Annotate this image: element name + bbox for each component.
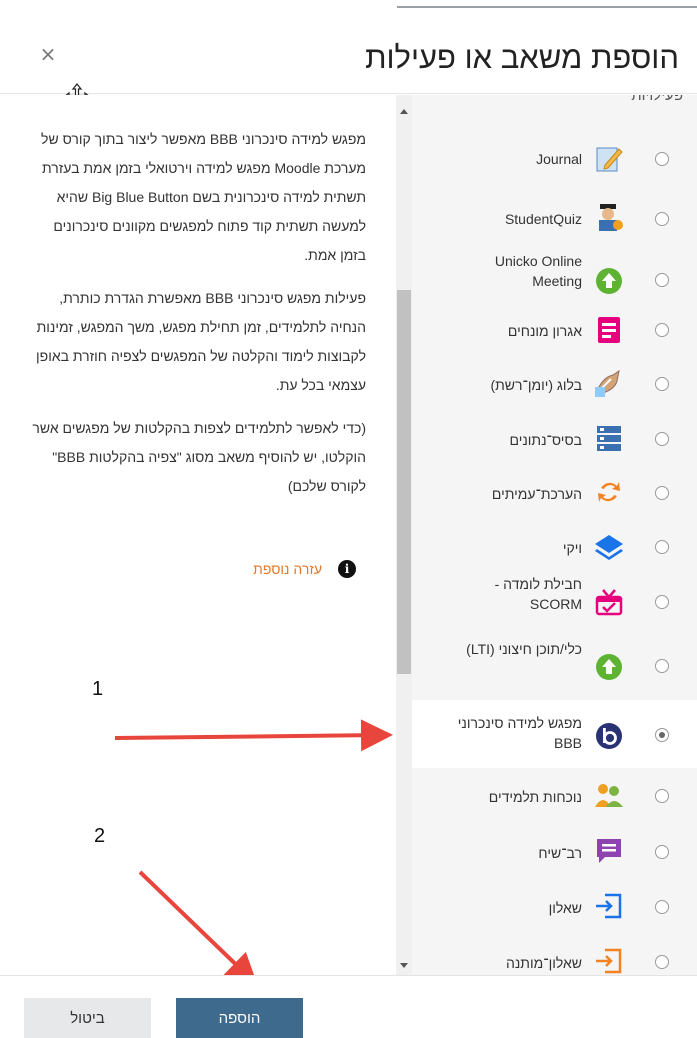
studentquiz-icon (599, 204, 623, 231)
list-item-label: אגרון מונחים (507, 323, 582, 339)
list-item-conditional-quiz[interactable]: שאלון־מותנה (412, 931, 697, 975)
workshop-icon (598, 482, 620, 502)
activity-list: פעילויות Journal StudentQuiz Unicko Onli… (412, 95, 697, 975)
close-button[interactable]: × (38, 44, 58, 64)
radio-button[interactable] (655, 900, 669, 914)
annotation-step-2: 2 (94, 825, 106, 847)
lti-icon (596, 654, 622, 680)
list-item-label: הערכת־עמיתים (491, 486, 582, 502)
list-item-journal[interactable]: Journal (412, 128, 697, 190)
scroll-down-arrow-icon[interactable] (400, 963, 408, 968)
scroll-up-arrow-icon[interactable] (400, 109, 408, 114)
list-item-blog[interactable]: בלוג (יומן־רשת) (412, 353, 697, 415)
more-help-link[interactable]: עזרה נוספת (253, 561, 322, 577)
list-item-label: חבילת לומדה - SCORM (494, 576, 582, 612)
list-item-label: מפגש למידה סינכרוני BBB (457, 715, 582, 751)
list-item-label: ויקי (562, 540, 582, 556)
radio-button[interactable] (655, 323, 669, 337)
radio-button[interactable] (655, 659, 669, 673)
scorm-icon (595, 589, 623, 616)
info-icon: i (338, 560, 356, 578)
radio-button[interactable] (655, 789, 669, 803)
list-item-label: Journal (536, 151, 582, 167)
list-item-quiz[interactable]: שאלון (412, 876, 697, 938)
modal-header: הוספת משאב או פעילות × (0, 14, 697, 94)
description-pane: מפגש למידה סינכרוני BBB מאפשר ליצור בתוך… (0, 95, 396, 975)
list-item-glossary[interactable]: אגרון מונחים (412, 298, 697, 360)
list-item-studentquiz[interactable]: StudentQuiz (412, 188, 697, 250)
list-item-label: שאלון־מותנה (505, 955, 582, 971)
list-item-label: בלוג (יומן־רשת) (490, 377, 582, 393)
add-button[interactable]: הוספה (176, 998, 303, 1038)
scroll-thumb[interactable] (397, 290, 411, 674)
radio-button[interactable] (655, 377, 669, 391)
bigbluebutton-icon (596, 723, 622, 749)
radio-button[interactable] (655, 595, 669, 609)
radio-button[interactable] (655, 152, 669, 166)
help-row: עזרה נוספת i (253, 560, 356, 578)
radio-button[interactable] (655, 432, 669, 446)
radio-button[interactable] (655, 212, 669, 226)
description-paragraph-2: פעילות מפגש סינכרוני BBB מאפשרת הגדרת כו… (36, 290, 366, 393)
list-item-label: StudentQuiz (504, 211, 582, 227)
modal-title: הוספת משאב או פעילות (365, 40, 679, 75)
description-text: מפגש למידה סינכרוני BBB מאפשר ליצור בתוך… (26, 125, 366, 515)
list-item-label: Unicko Online Meeting (494, 253, 582, 289)
list-header: פעילויות (631, 95, 683, 104)
cancel-button[interactable]: ביטול (24, 998, 151, 1038)
radio-button[interactable] (655, 540, 669, 554)
unicko-icon (596, 268, 622, 294)
radio-button-selected[interactable] (655, 728, 669, 742)
list-item-wiki[interactable]: ויקי (412, 515, 697, 577)
modal-footer: ביטול הוספה (0, 975, 697, 1038)
list-item-chat[interactable]: רב־שיח (412, 821, 697, 883)
description-paragraph-3: (כדי לאפשר לתלמידים לצפות בהקלטות של מפג… (32, 420, 366, 494)
blog-icon (595, 369, 620, 397)
glossary-icon (598, 317, 620, 343)
list-item-label: רב־שיח (538, 845, 582, 861)
description-paragraph-1: מפגש למידה סינכרוני BBB מאפשר ליצור בתוך… (41, 131, 366, 263)
list-item-label: בסיס־נתונים (509, 432, 582, 448)
database-icon (597, 426, 621, 451)
quiz-icon (596, 893, 622, 919)
list-item-label: כלי/תוכן חיצוני (LTI) (466, 641, 582, 657)
list-item-label: שאלון (548, 900, 582, 916)
wiki-icon (595, 535, 623, 560)
attendance-icon (595, 784, 623, 807)
radio-button[interactable] (655, 845, 669, 859)
list-item-database[interactable]: בסיס־נתונים (412, 408, 697, 470)
chat-icon (597, 839, 621, 863)
list-item-label: נוכחות תלמידים (488, 789, 582, 805)
top-strip (0, 0, 697, 14)
list-scrollbar[interactable] (396, 95, 412, 975)
radio-button[interactable] (655, 955, 669, 969)
conditional-quiz-icon (596, 948, 622, 974)
journal-icon (596, 147, 623, 172)
list-item-bigbluebutton[interactable]: מפגש למידה סינכרוני BBB (412, 700, 697, 768)
annotation-step-1: 1 (92, 678, 104, 700)
radio-button[interactable] (655, 486, 669, 500)
radio-button[interactable] (655, 273, 669, 287)
list-item-scorm[interactable]: חבילת לומדה - SCORM (412, 569, 697, 631)
list-item-attendance[interactable]: נוכחות תלמידים (412, 767, 697, 829)
list-item-lti[interactable]: כלי/תוכן חיצוני (LTI) (412, 633, 697, 695)
